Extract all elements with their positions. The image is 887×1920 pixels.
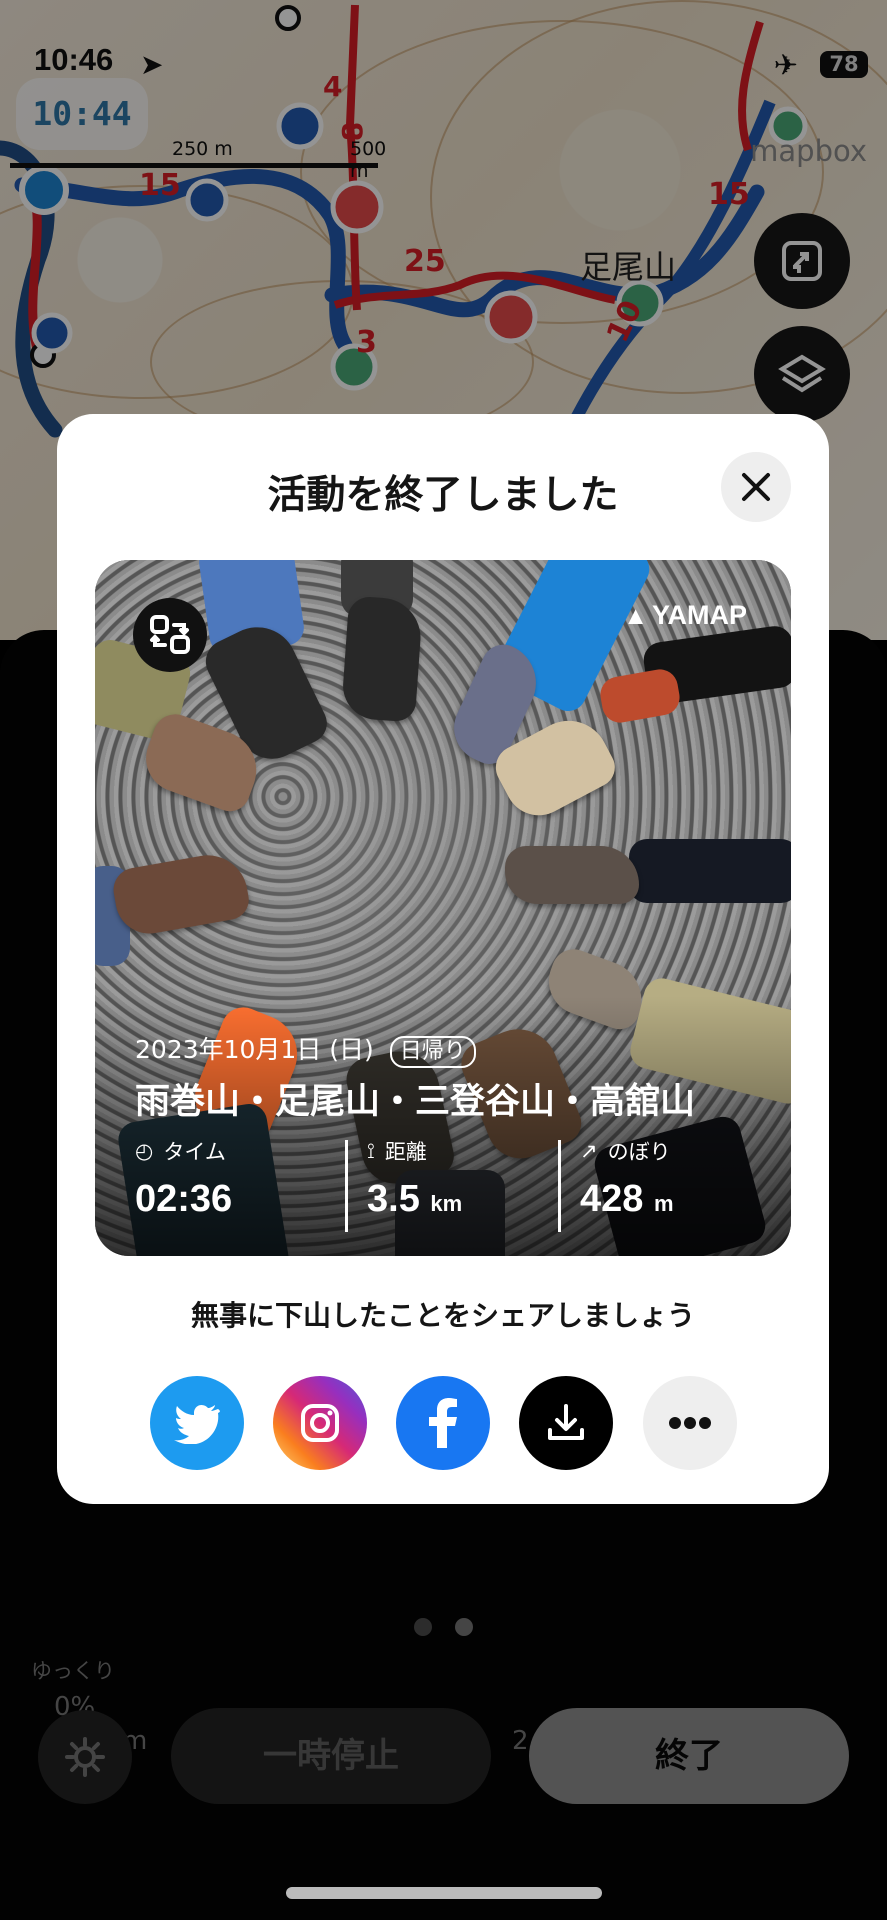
time-stat: ◴ タイム 02:36: [135, 1136, 325, 1226]
instagram-share-button[interactable]: [273, 1376, 367, 1470]
hiking-boot: [505, 846, 639, 904]
stat-label: のぼり: [607, 1140, 671, 1164]
facebook-icon: [429, 1398, 457, 1448]
more-icon: [669, 1417, 711, 1429]
ascent-value: 428: [580, 1178, 644, 1220]
download-button[interactable]: [519, 1376, 613, 1470]
mountains-title: 雨巻山・足尾山・三登谷山・高舘山: [135, 1082, 696, 1122]
share-message: 無事に下山したことをシェアしましょう: [190, 1299, 695, 1332]
twitter-icon: [174, 1404, 220, 1444]
hiking-boot: [340, 595, 424, 723]
stat-divider: [558, 1140, 561, 1232]
distance-stat: ⟟ 距離 3.5 km: [367, 1136, 557, 1226]
stat-divider: [345, 1140, 348, 1232]
instagram-icon: [301, 1404, 339, 1442]
activity-date-line: 2023年10月1日 (日) 日帰り: [135, 1030, 476, 1068]
activity-photo-card[interactable]: ▲ YAMAP 2023年10月1日 (日) 日帰り 雨巻山・足尾山・三登谷山・高…: [95, 560, 791, 1256]
close-icon: [742, 473, 770, 501]
yamap-logo: ▲ YAMAP: [623, 600, 747, 630]
more-share-button[interactable]: [643, 1376, 737, 1470]
ascent-icon: ↗: [580, 1139, 598, 1163]
time-value: 02:36: [135, 1178, 233, 1220]
download-icon: [548, 1404, 584, 1440]
stat-label: タイム: [163, 1140, 226, 1164]
clock-icon: ◴: [135, 1139, 154, 1163]
hiker-leg: [629, 839, 791, 903]
distance-value: 3.5: [367, 1178, 420, 1220]
ascent-stat: ↗ のぼり 428 m: [580, 1136, 770, 1226]
close-button[interactable]: [721, 452, 791, 522]
activity-finished-modal: 活動を終了しました ▲ YAMAP 2023年10月1日 (日) 日帰り 雨巻山…: [57, 414, 829, 1504]
home-indicator[interactable]: [286, 1887, 602, 1899]
switch-photo-icon: [150, 615, 190, 654]
modal-title: 活動を終了しました: [267, 473, 619, 518]
day-trip-tag: 日帰り: [389, 1036, 476, 1068]
ascent-unit: m: [653, 1191, 674, 1216]
activity-date: 2023年10月1日 (日): [135, 1035, 374, 1064]
route-icon: ⟟: [367, 1138, 375, 1163]
yamap-logo-text: YAMAP: [651, 600, 747, 630]
facebook-share-button[interactable]: [396, 1376, 490, 1470]
photo-switch-button[interactable]: [133, 598, 207, 672]
twitter-share-button[interactable]: [150, 1376, 244, 1470]
stat-label: 距離: [384, 1140, 427, 1164]
distance-unit: km: [430, 1191, 463, 1216]
